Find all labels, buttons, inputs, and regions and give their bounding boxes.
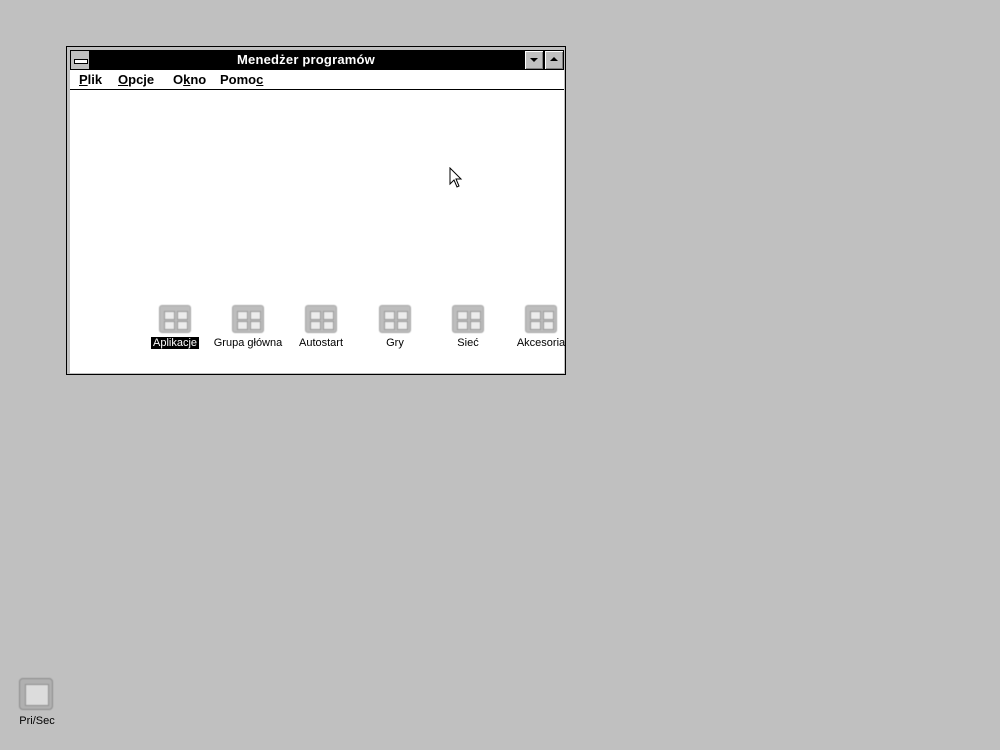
system-menu-button[interactable] — [70, 50, 90, 70]
desktop-icon-label: Pri/Sec — [19, 715, 55, 727]
menu-plik-label-rest: lik — [87, 72, 103, 87]
program-manager-window[interactable]: Menedżer programów Plik Opcje Okno Pomoc… — [66, 46, 566, 375]
group-label-autostart: Autostart — [298, 337, 344, 349]
group-label-aplikacje: Aplikacje — [150, 337, 200, 349]
program-group-icon — [379, 305, 411, 333]
minimize-arrow-icon — [530, 58, 538, 62]
program-group-icon — [525, 305, 557, 333]
group-label-siec: Sieć — [457, 337, 479, 349]
program-group-icon — [305, 305, 337, 333]
menu-pomoc-label-pre: Pomo — [220, 72, 257, 87]
group-label-akcesoria: Akcesoria — [516, 337, 566, 349]
application-icon — [19, 678, 53, 710]
menu-okno-label-pre: O — [173, 72, 184, 87]
menu-plik-mnemonic: P — [79, 72, 88, 87]
title-bar[interactable]: Menedżer programów — [70, 50, 564, 70]
group-label-gry: Gry — [386, 337, 404, 349]
program-group-icon — [452, 305, 484, 333]
group-label-grupa-glowna: Grupa główna — [213, 337, 283, 349]
program-group-icon — [159, 305, 191, 333]
maximize-button[interactable] — [544, 50, 564, 70]
window-title: Menedżer programów — [237, 52, 375, 67]
menu-opcje[interactable]: Opcje — [118, 70, 154, 89]
menu-pomoc[interactable]: Pomoc — [220, 70, 263, 89]
mouse-pointer-icon — [449, 167, 463, 188]
minimize-button[interactable] — [524, 50, 544, 70]
menu-pomoc-mnemonic: c — [256, 72, 264, 87]
menu-bar: Plik Opcje Okno Pomoc — [70, 70, 564, 90]
maximize-arrow-icon — [550, 57, 558, 61]
menu-opcje-label-rest: pcje — [128, 72, 155, 87]
desktop-icon-pri-sec[interactable]: Pri/Sec — [8, 678, 66, 730]
group-icon-akcesoria[interactable]: Akcesoria — [498, 305, 584, 355]
menu-okno[interactable]: Okno — [173, 70, 206, 89]
menu-okno-label-rest: no — [190, 72, 207, 87]
program-group-icon — [232, 305, 264, 333]
system-menu-icon — [74, 59, 88, 64]
menu-opcje-mnemonic: O — [118, 72, 129, 87]
menu-plik[interactable]: Plik — [79, 70, 102, 89]
